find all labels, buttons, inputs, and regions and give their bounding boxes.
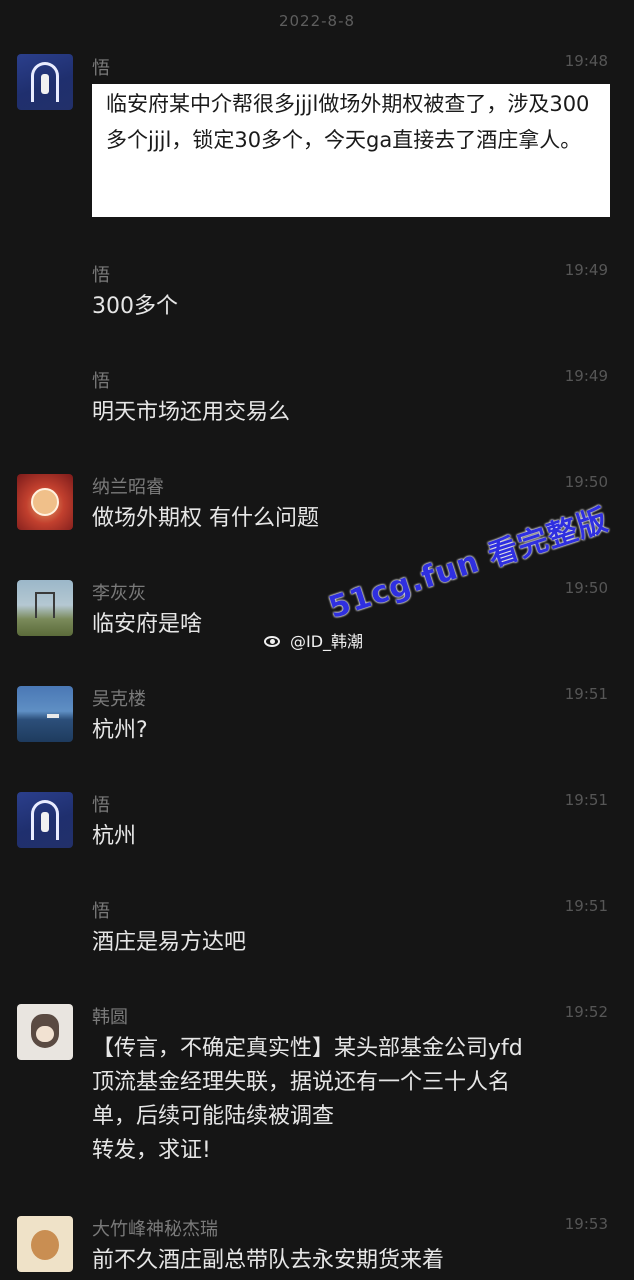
message-time: 19:52 — [564, 1003, 608, 1021]
sender-name: 悟 — [92, 371, 110, 392]
date-header: 2022-8-8 — [278, 12, 356, 30]
message-text[interactable]: 300多个 — [92, 290, 178, 324]
message-time: 19:53 — [564, 1215, 608, 1233]
avatar[interactable] — [17, 792, 73, 848]
sender-name: 纳兰昭睿 — [92, 477, 164, 498]
avatar[interactable] — [17, 1004, 73, 1060]
message-text[interactable]: 前不久酒庄副总带队去永安期货来着 — [92, 1244, 444, 1278]
message-time: 19:51 — [564, 897, 608, 915]
message-time: 19:48 — [564, 52, 608, 70]
message-text[interactable]: 【传言，不确定真实性】某头部基金公司yfd 顶流基金经理失联，据说还有一个三十人… — [92, 1032, 523, 1168]
message-time: 19:51 — [564, 791, 608, 809]
message-time: 19:50 — [564, 579, 608, 597]
weibo-watermark: @ID_韩潮 — [262, 628, 363, 652]
message-text[interactable]: 酒庄是易方达吧 — [92, 926, 246, 960]
avatar[interactable] — [17, 474, 73, 530]
message-text[interactable]: 临安府是啥 — [92, 608, 202, 642]
message-time: 19:51 — [564, 685, 608, 703]
sender-name: 韩圆 — [92, 1007, 128, 1028]
sender-name: 吴克楼 — [92, 689, 146, 710]
avatar[interactable] — [17, 580, 73, 636]
message-text[interactable]: 杭州 — [92, 820, 136, 854]
sender-name: 悟 — [92, 901, 110, 922]
message-text[interactable]: 杭州? — [92, 714, 148, 748]
watermark-text: 51cg.fun 看完整版 — [324, 502, 613, 626]
sender-name: 悟 — [92, 795, 110, 816]
weibo-handle: @ID_韩潮 — [290, 632, 364, 651]
avatar[interactable] — [17, 1216, 73, 1272]
avatar[interactable] — [17, 54, 73, 110]
message-text[interactable]: 明天市场还用交易么 — [92, 396, 290, 430]
message-time: 19:50 — [564, 473, 608, 491]
sender-name: 悟 — [92, 58, 110, 79]
sender-name: 悟 — [92, 265, 110, 286]
chat-screen: 2022-8-8 悟 19:48 临安府某中介帮很多jjjl做场外期权被查了，涉… — [0, 0, 634, 1280]
quoted-text-box[interactable]: 临安府某中介帮很多jjjl做场外期权被查了，涉及300多个jjjl，锁定30多个… — [92, 84, 610, 217]
message-text[interactable]: 做场外期权 有什么问题 — [92, 502, 319, 536]
sender-name: 大竹峰神秘杰瑞 — [92, 1219, 218, 1240]
message-time: 19:49 — [564, 261, 608, 279]
avatar[interactable] — [17, 686, 73, 742]
sender-name: 李灰灰 — [92, 583, 146, 604]
message-time: 19:49 — [564, 367, 608, 385]
weibo-icon — [262, 631, 284, 649]
